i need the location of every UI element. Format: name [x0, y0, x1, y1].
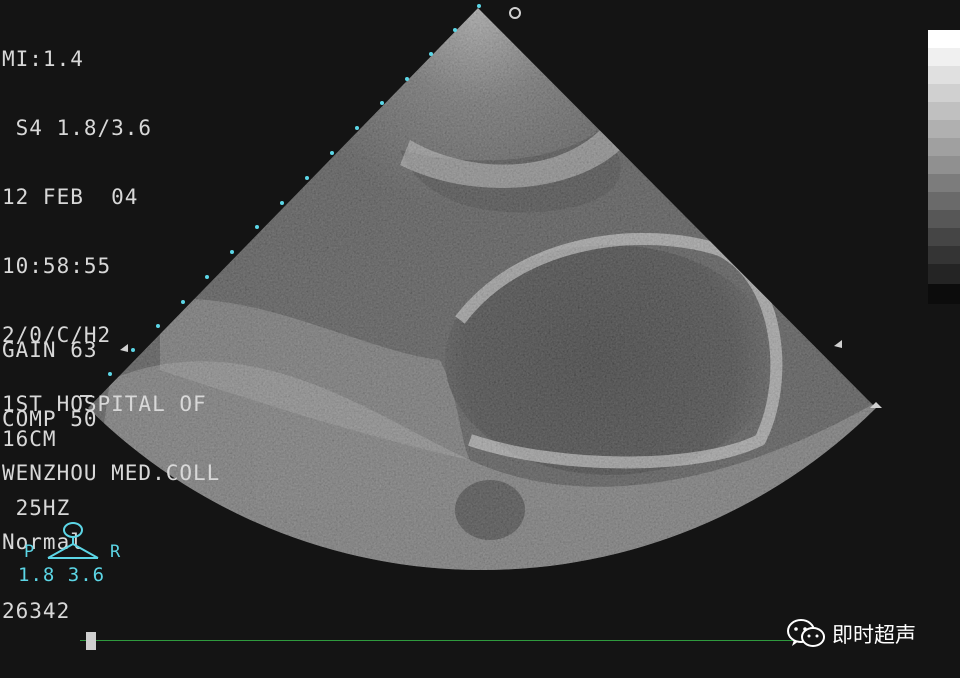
depth-settings: 16CM 25HZ — [2, 382, 70, 543]
probe-indicator: P R 1.8 3.6 — [18, 520, 138, 590]
mi-line: MI:1.4 — [2, 47, 84, 71]
watermark: 即时超声 — [786, 616, 916, 652]
grayscale-bar — [928, 30, 960, 304]
probe-right-label: R — [110, 542, 121, 562]
patient-id: 26342 — [2, 599, 71, 623]
probe-line: S4 1.8/3.6 — [2, 116, 153, 140]
orientation-marker — [509, 7, 521, 19]
date-line: 12 FEB 04 — [2, 185, 139, 209]
cine-timeline[interactable] — [80, 640, 796, 641]
frame-rate: 25HZ — [2, 496, 71, 520]
wechat-icon — [787, 619, 825, 647]
depth-value: 16CM — [2, 427, 57, 451]
probe-left-label: P — [24, 542, 35, 562]
probe-frequencies: 1.8 3.6 — [18, 564, 106, 586]
gain-value: GAIN 63 — [2, 338, 98, 362]
cine-position-handle[interactable] — [86, 632, 96, 650]
watermark-text: 即时超声 — [832, 623, 916, 647]
time-line: 10:58:55 — [2, 254, 112, 278]
